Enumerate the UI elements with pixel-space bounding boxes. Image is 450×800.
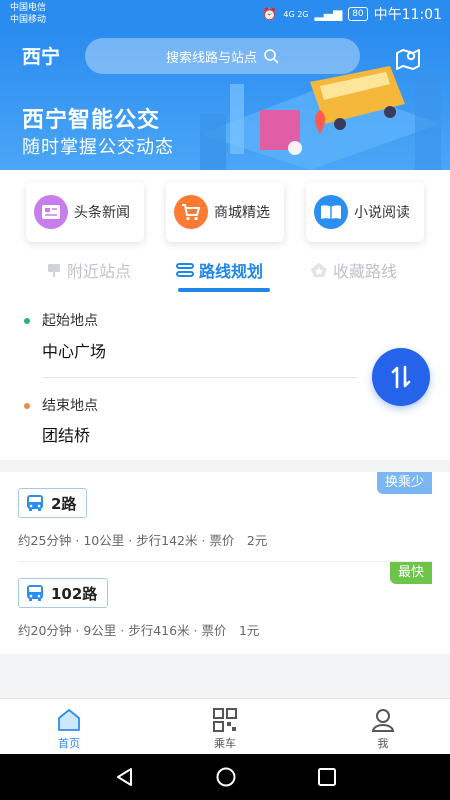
tab-nearby-stops[interactable]: 附近站点 [46, 258, 131, 282]
route-meta: 约20分钟 · 9公里 · 步行416米 · 票价 1元 [18, 623, 260, 638]
network-indicator: 4G 2G [283, 9, 309, 19]
start-label: 起始地点 [42, 313, 98, 329]
route-badge: 换乘少 [376, 472, 432, 494]
carrier-info: 中国电信 中国移动 [10, 2, 46, 26]
carrier-2: 中国移动 [10, 15, 47, 25]
route-results: 换乘少 2路 约25分钟 · 10公里 · 步行142米 · 票价 2元 最快 … [0, 472, 450, 654]
carrier-1: 中国电信 [10, 3, 47, 13]
tab-favorite-routes[interactable]: 收藏路线 [310, 258, 397, 282]
favorite-route-icon [311, 263, 327, 277]
bottom-nav: 首页 乘车 我 [0, 698, 450, 754]
city-selector[interactable]: 西宁 [22, 42, 60, 69]
bus-line-chip: 102路 [18, 578, 109, 608]
nav-profile[interactable]: 我 [353, 707, 413, 751]
end-label: 结束地点 [42, 398, 98, 414]
profile-icon [371, 709, 395, 732]
end-location-field[interactable]: 团结桥 [42, 422, 90, 446]
quick-link-label: 头条新闻 [74, 205, 130, 221]
tab-route-planning[interactable]: 路线规划 [176, 258, 263, 282]
alarm-icon: ⏰ [262, 7, 278, 21]
nav-label: 我 [377, 737, 389, 750]
nav-home[interactable]: 首页 [39, 707, 99, 751]
swap-icon [391, 365, 411, 389]
route-meta: 约25分钟 · 10公里 · 步行142米 · 票价 2元 [18, 533, 268, 548]
tab-label: 附近站点 [67, 262, 132, 281]
battery-indicator: 80 [348, 7, 368, 21]
bus-icon [27, 585, 43, 601]
bus-line-label: 102路 [51, 584, 98, 603]
home-circle-icon[interactable] [215, 766, 237, 788]
bus-icon [27, 495, 43, 511]
nav-label: 首页 [58, 737, 80, 750]
banner-subtitle: 随时掌握公交动态 [22, 137, 174, 158]
route-result-card[interactable]: 最快 102路 约20分钟 · 9公里 · 步行416米 · 票价 1元 [0, 562, 450, 652]
quick-link-label: 商城精选 [214, 205, 270, 221]
quick-link-shop[interactable]: 商城精选 [166, 182, 284, 242]
shopping-cart-icon [174, 195, 208, 229]
quick-link-novel[interactable]: 小说阅读 [306, 182, 424, 242]
quick-link-news[interactable]: 头条新闻 [26, 182, 144, 242]
book-icon [314, 195, 348, 229]
nav-label: 乘车 [214, 737, 236, 750]
route-icon [176, 263, 194, 277]
news-icon [34, 195, 68, 229]
recent-apps-icon[interactable] [316, 766, 338, 788]
nav-ride[interactable]: 乘车 [195, 707, 255, 751]
bus-line-chip: 2路 [18, 488, 88, 518]
city-bus-illustration [200, 66, 441, 170]
tab-label: 收藏路线 [333, 262, 398, 281]
system-nav-bar [0, 754, 450, 800]
qr-code-icon [213, 708, 237, 732]
route-tabs: 附近站点 路线规划 收藏路线 [0, 254, 450, 294]
status-bar: 中国电信 中国移动 ⏰ 4G 2G ▂▄▆ 80 中午11:01 [0, 0, 450, 30]
home-icon [58, 709, 80, 731]
bus-stop-icon [48, 264, 60, 277]
back-icon[interactable] [114, 766, 136, 788]
swap-button[interactable] [372, 348, 430, 406]
signal-icon: ▂▄▆ [314, 7, 343, 21]
header-banner: 西宁 搜索线路与站点 西宁智能公交 随时掌握公交动态 [0, 30, 450, 170]
divider [42, 377, 358, 378]
active-tab-indicator [178, 288, 270, 292]
route-result-card[interactable]: 换乘少 2路 约25分钟 · 10公里 · 步行142米 · 票价 2元 [0, 472, 450, 562]
quick-link-label: 小说阅读 [354, 205, 410, 221]
quick-links-section: 头条新闻 商城精选 小说阅读 附近站点 路线规划 收藏路线 [0, 170, 450, 300]
start-dot [24, 318, 30, 324]
route-badge: 最快 [389, 562, 432, 584]
banner-title: 西宁智能公交 [22, 108, 161, 133]
start-location-field[interactable]: 中心广场 [42, 338, 106, 362]
end-dot [24, 403, 30, 409]
bus-line-label: 2路 [51, 494, 77, 513]
clock: 中午11:01 [373, 7, 442, 23]
status-indicators: ⏰ 4G 2G ▂▄▆ 80 中午11:01 [262, 4, 442, 24]
route-planner: 起始地点 中心广场 结束地点 团结桥 [0, 300, 450, 460]
tab-label: 路线规划 [199, 262, 264, 281]
